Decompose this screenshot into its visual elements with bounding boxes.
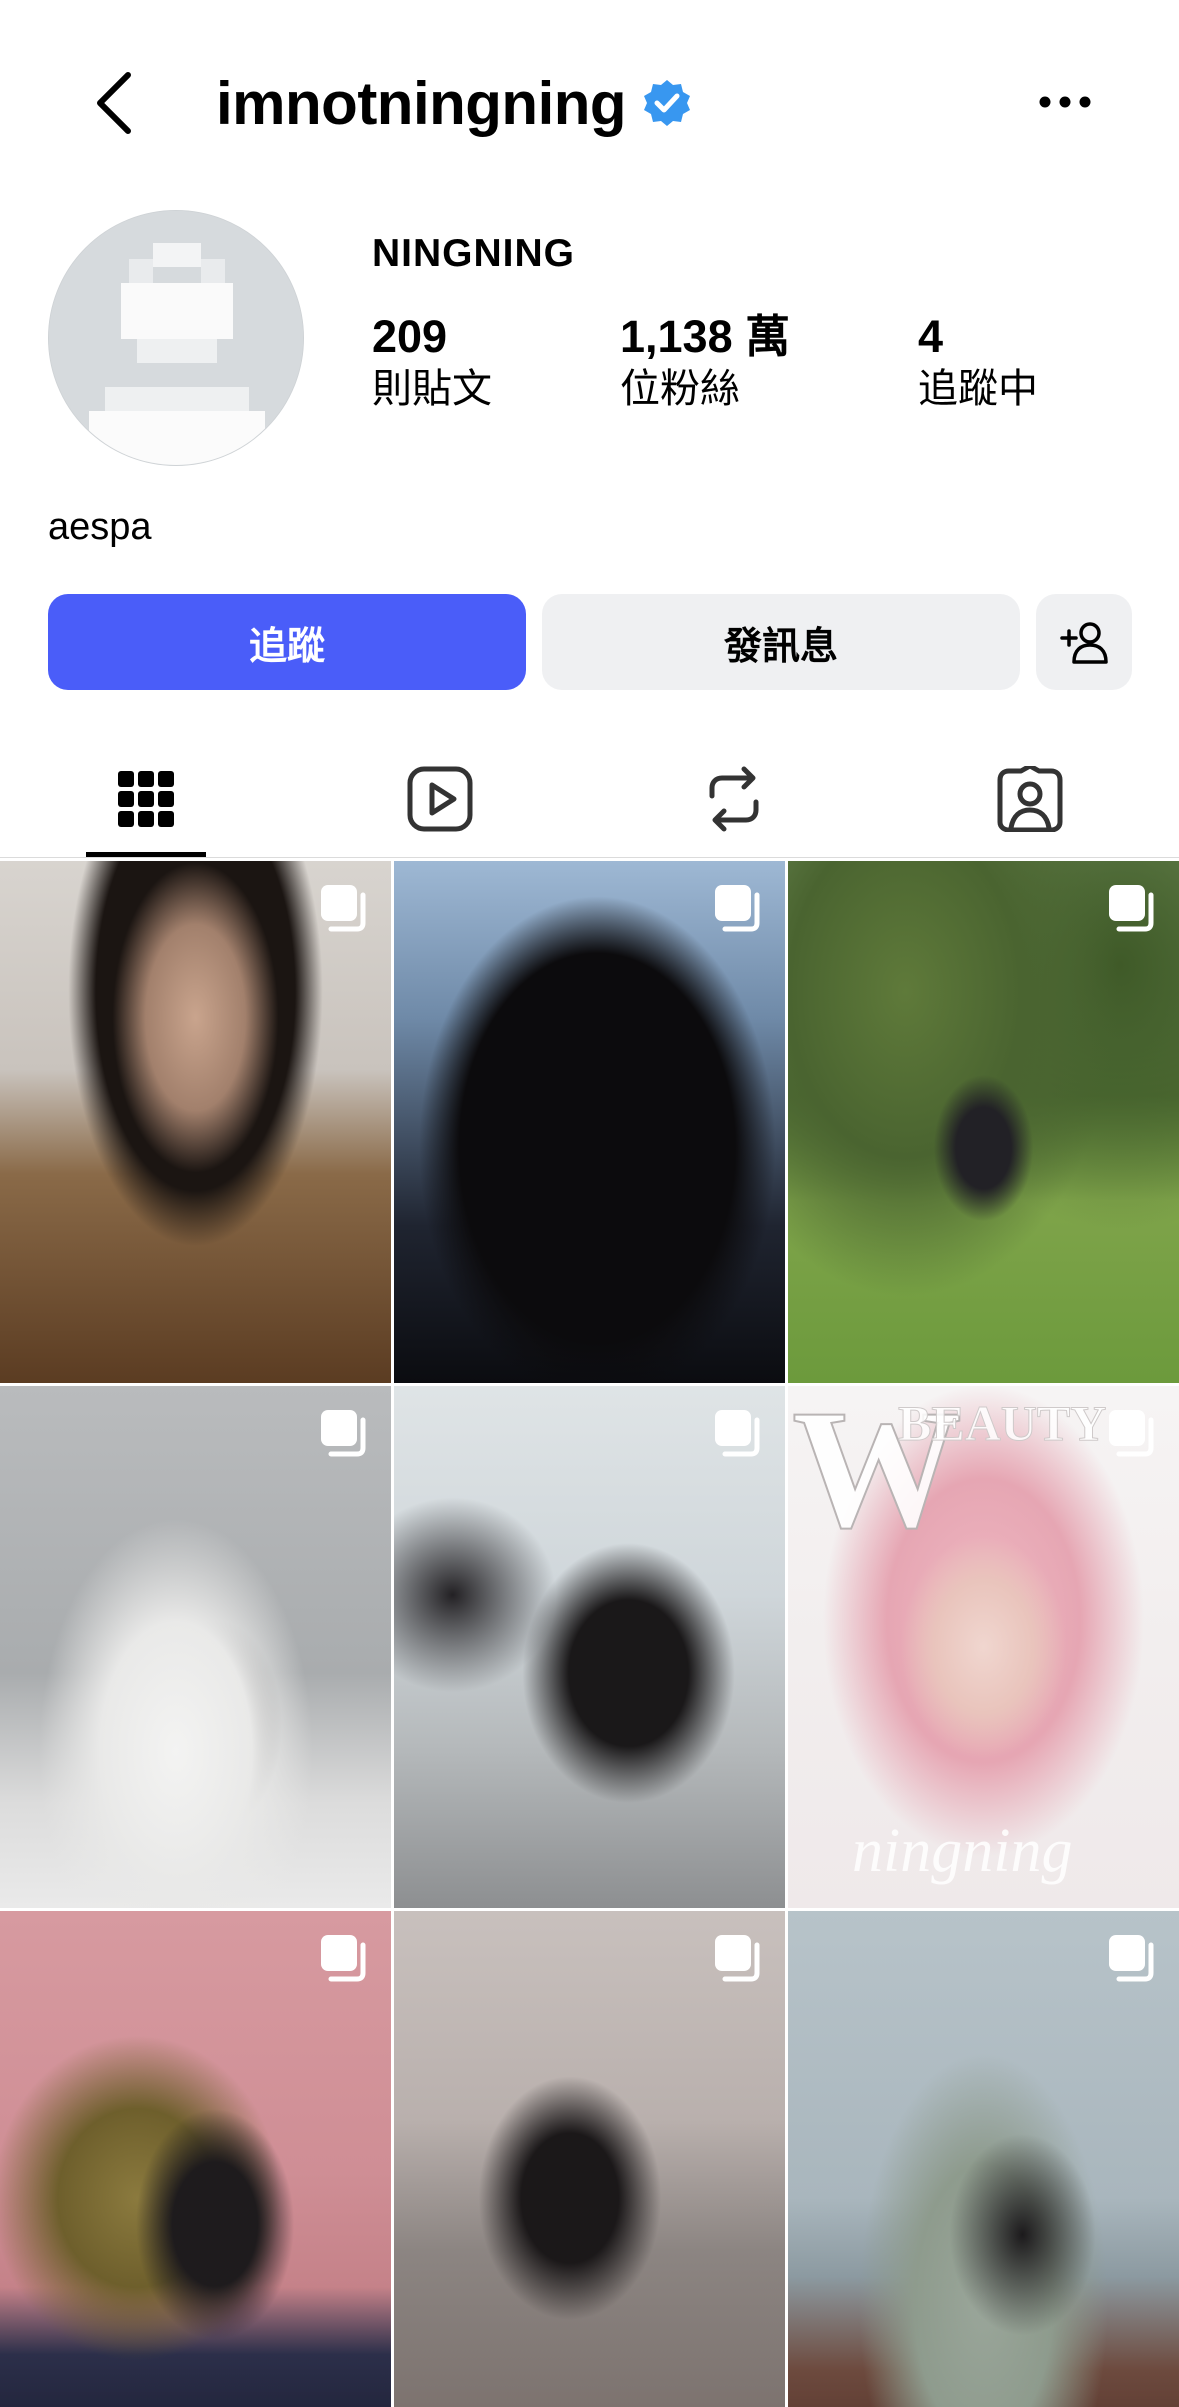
avatar-placeholder-icon	[49, 211, 303, 465]
post-thumbnail[interactable]	[394, 861, 785, 1383]
active-tab-indicator	[86, 852, 206, 857]
post-thumbnail[interactable]: W BEAUTY ningning	[788, 1386, 1179, 1908]
chevron-left-icon	[97, 72, 131, 134]
posts-grid: W BEAUTY ningning	[0, 861, 1179, 2407]
grid-icon	[118, 771, 174, 827]
profile-bio: aespa	[48, 506, 152, 548]
carousel-icon	[1109, 1410, 1154, 1457]
repost-icon	[709, 766, 759, 832]
profile-header: imnotningning	[0, 0, 1179, 190]
carousel-icon	[715, 885, 760, 932]
following-count: 4	[918, 311, 944, 362]
post-thumbnail[interactable]	[394, 1911, 785, 2407]
more-options-button[interactable]	[1030, 80, 1100, 124]
carousel-icon	[321, 885, 366, 932]
posts-count: 209	[372, 311, 448, 362]
profile-avatar[interactable]	[48, 210, 304, 466]
message-button-label: 發訊息	[723, 625, 838, 668]
message-button[interactable]: 發訊息	[542, 594, 1020, 690]
following-label: 追蹤中	[918, 366, 1038, 411]
followers-stat[interactable]: 1,138 萬 位粉絲	[620, 312, 790, 414]
carousel-icon	[715, 1935, 760, 1982]
username-row: imnotningning	[216, 62, 692, 144]
suggested-users-button[interactable]	[1036, 594, 1132, 690]
back-button[interactable]	[84, 66, 144, 140]
tab-reels[interactable]	[350, 740, 530, 858]
magazine-text: BEAUTY	[897, 1395, 1107, 1452]
tab-tagged[interactable]	[940, 740, 1120, 858]
tab-posts[interactable]	[56, 740, 236, 858]
profile-tabs	[0, 740, 1179, 858]
magazine-script: ningning	[852, 1817, 1073, 1885]
more-horizontal-icon	[1039, 96, 1091, 108]
carousel-icon	[715, 1410, 760, 1457]
posts-stat[interactable]: 209 則貼文	[372, 312, 492, 414]
post-thumbnail[interactable]	[788, 861, 1179, 1383]
carousel-icon	[1109, 885, 1154, 932]
followers-count: 1,138 萬	[620, 311, 791, 362]
post-thumbnail[interactable]	[0, 1911, 391, 2407]
post-thumbnail[interactable]	[0, 861, 391, 1383]
follow-button-label: 追蹤	[248, 625, 325, 668]
following-stat[interactable]: 4 追蹤中	[918, 312, 1038, 414]
carousel-icon	[321, 1410, 366, 1457]
post-thumbnail[interactable]	[788, 1911, 1179, 2407]
followers-label: 位粉絲	[620, 366, 740, 411]
follow-button[interactable]: 追蹤	[48, 594, 526, 690]
post-thumbnail[interactable]	[394, 1386, 785, 1908]
carousel-icon	[321, 1935, 366, 1982]
reels-icon	[407, 766, 473, 832]
posts-label: 則貼文	[372, 366, 492, 411]
post-thumbnail[interactable]	[0, 1386, 391, 1908]
profile-username: imnotningning	[216, 69, 627, 137]
add-user-icon	[1060, 622, 1108, 664]
verified-badge-icon	[644, 80, 691, 126]
carousel-icon	[1109, 1935, 1154, 1982]
tagged-icon	[997, 766, 1063, 832]
tab-reposts[interactable]	[644, 740, 824, 858]
display-name: NINGNING	[372, 232, 575, 275]
